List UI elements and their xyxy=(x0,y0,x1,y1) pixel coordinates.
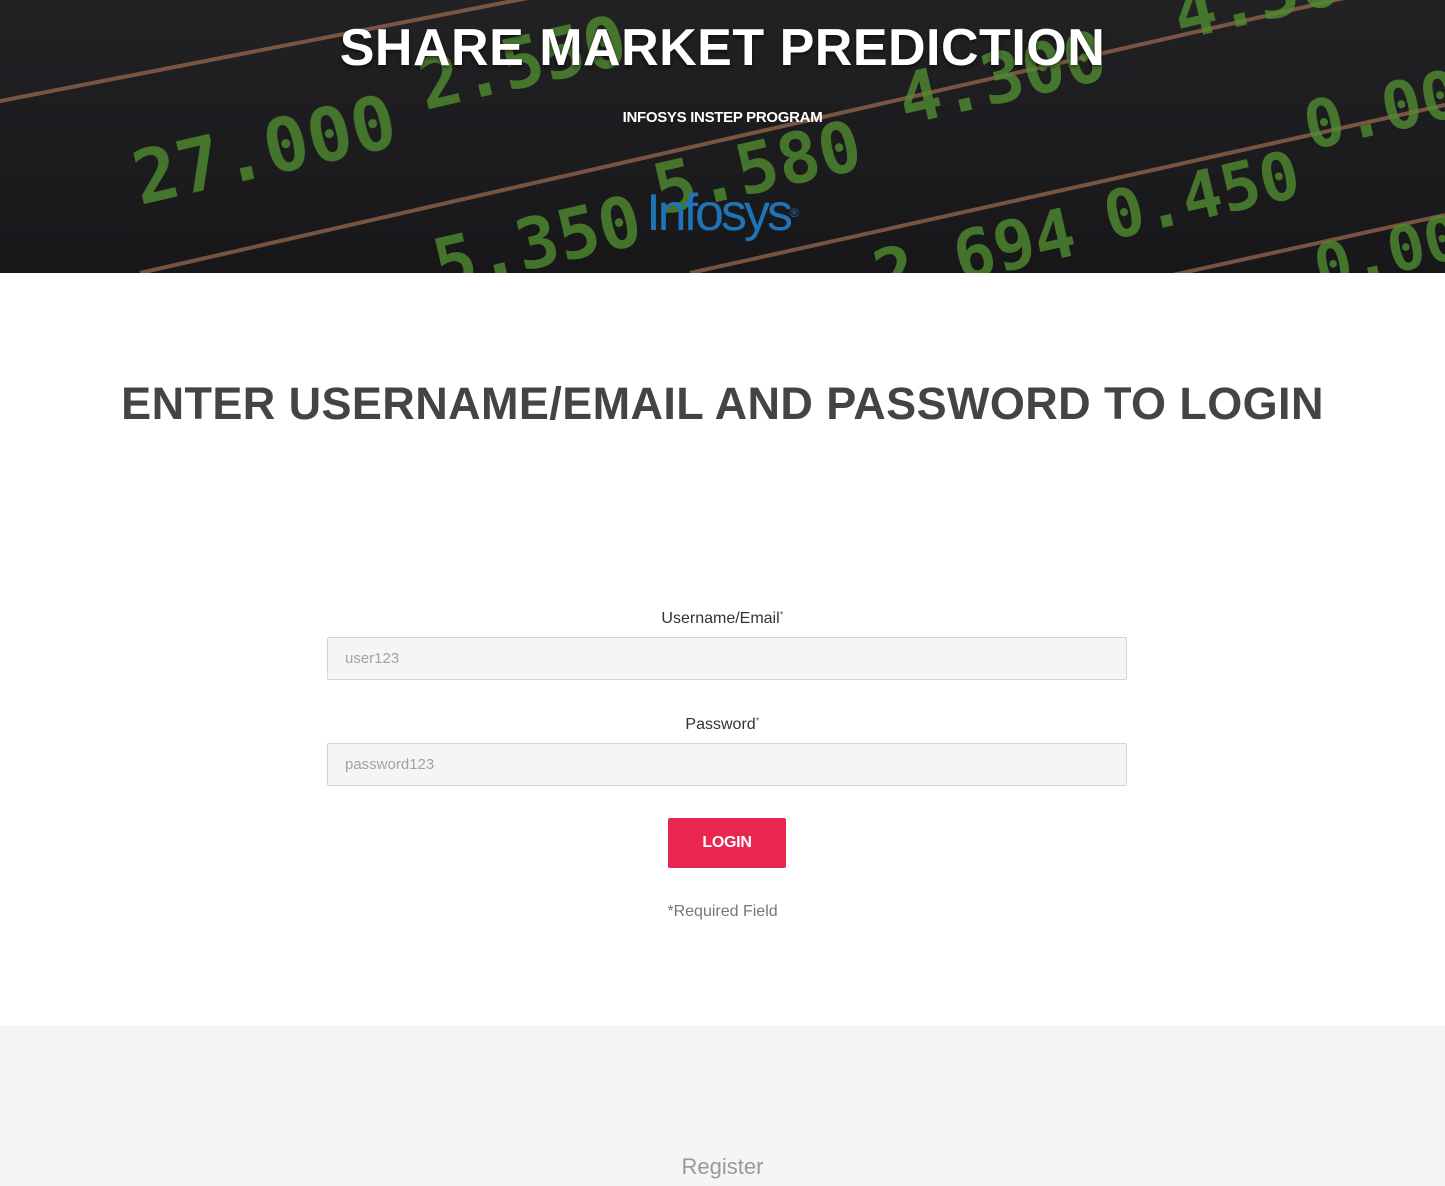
footer: Register xyxy=(0,1026,1445,1186)
hero-banner: 27.000 2.550 4.300 4.50 5.350 5.580 2.69… xyxy=(0,0,1445,273)
password-label: Password* xyxy=(0,716,1445,734)
required-marker: * xyxy=(755,716,760,727)
username-input[interactable] xyxy=(327,637,1127,680)
login-heading: ENTER USERNAME/EMAIL AND PASSWORD TO LOG… xyxy=(121,378,1324,429)
required-marker: * xyxy=(779,610,784,621)
infosys-logo: Infosys® xyxy=(0,183,1445,243)
required-field-note: *Required Field xyxy=(667,903,778,920)
login-button[interactable]: LOGIN xyxy=(668,818,786,868)
logo-registered-mark: ® xyxy=(789,206,799,220)
register-link[interactable]: Register xyxy=(0,1154,1445,1180)
page-title: SHARE MARKET PREDICTION xyxy=(339,19,1106,77)
password-input[interactable] xyxy=(327,743,1127,786)
password-label-text: Password xyxy=(685,716,756,733)
username-label: Username/Email* xyxy=(0,610,1445,628)
page-subtitle: INFOSYS INSTEP PROGRAM xyxy=(622,109,823,126)
logo-text: Infosys xyxy=(646,184,793,242)
username-label-text: Username/Email xyxy=(661,610,780,627)
